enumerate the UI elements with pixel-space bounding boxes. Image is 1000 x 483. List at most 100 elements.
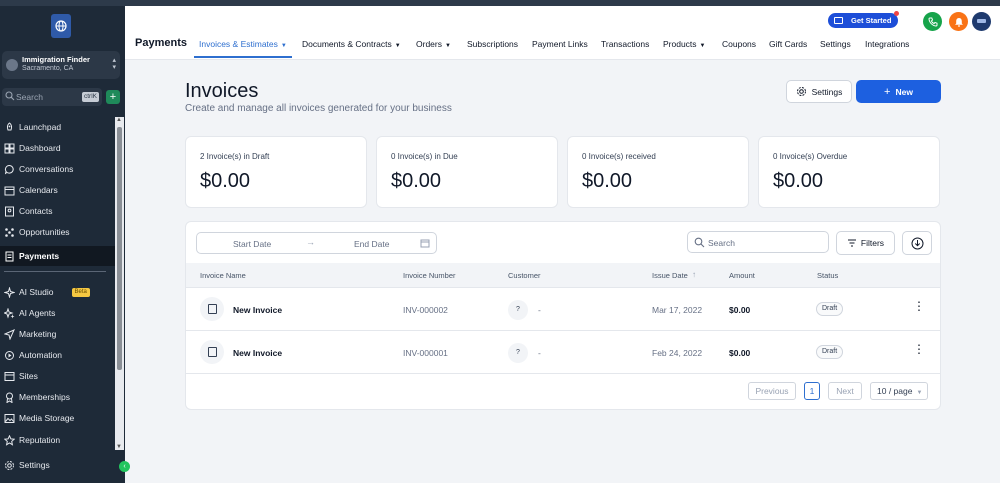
- search-placeholder: Search: [708, 238, 735, 248]
- invoice-name[interactable]: New Invoice: [233, 348, 282, 358]
- tab-orders[interactable]: Orders ▼: [416, 39, 451, 49]
- invoice-name[interactable]: New Invoice: [233, 305, 282, 315]
- kebab-menu-icon[interactable]: ⋮: [913, 300, 925, 312]
- stat-label: 0 Invoice(s) received: [582, 152, 656, 161]
- sort-arrow-icon[interactable]: ↑: [692, 270, 696, 279]
- company-logo[interactable]: [51, 14, 71, 38]
- page-subtitle: Create and manage all invoices generated…: [185, 103, 452, 114]
- previous-page-button[interactable]: Previous: [748, 382, 796, 400]
- sidebar-item-settings[interactable]: Settings: [0, 455, 115, 475]
- invoice-number: INV-000002: [403, 305, 448, 315]
- sidebar-scrollbar[interactable]: ▲ ▼: [115, 117, 124, 450]
- invoice-settings-button[interactable]: Settings: [786, 80, 852, 103]
- ai-studio-icon: [4, 286, 15, 298]
- filters-button[interactable]: Filters: [836, 231, 895, 255]
- start-date[interactable]: Start Date: [233, 239, 271, 249]
- calendar-icon: [4, 186, 15, 195]
- user-avatar[interactable]: [972, 12, 991, 31]
- download-button[interactable]: [902, 231, 932, 255]
- column-header[interactable]: Customer: [508, 271, 541, 280]
- tab-gift-cards[interactable]: Gift Cards: [769, 39, 807, 49]
- quick-add-button[interactable]: +: [106, 90, 120, 104]
- get-started-button[interactable]: Get Started: [828, 13, 898, 28]
- sidebar-item-label: Media Storage: [19, 413, 75, 423]
- sidebar-item-dashboard[interactable]: Dashboard: [0, 138, 115, 158]
- kebab-menu-icon[interactable]: ⋮: [913, 343, 925, 355]
- next-page-button[interactable]: Next: [828, 382, 862, 400]
- sidebar-item-ai-agents[interactable]: AI Agents: [0, 303, 115, 323]
- date-range-picker[interactable]: Start Date → End Date: [196, 232, 437, 254]
- tab-label: Invoices & Estimates: [199, 39, 278, 49]
- sidebar-item-memberships[interactable]: Memberships: [0, 387, 115, 407]
- filters-label: Filters: [860, 238, 885, 248]
- sidebar-item-automation[interactable]: Automation: [0, 345, 115, 365]
- download-icon: [911, 237, 923, 249]
- chevron-down-icon: ▼: [699, 43, 706, 49]
- current-page[interactable]: 1: [804, 382, 820, 400]
- tab-transactions[interactable]: Transactions: [601, 39, 649, 49]
- customer-name: -: [538, 348, 541, 358]
- sidebar-item-media-storage[interactable]: Media Storage: [0, 408, 115, 428]
- scroll-down-icon[interactable]: ▼: [116, 444, 122, 450]
- sidebar-item-label: Conversations: [19, 164, 74, 174]
- table-row[interactable]: New Invoice INV-000001 ? - Feb 24, 2022 …: [186, 331, 940, 374]
- sidebar-item-label: Memberships: [19, 392, 71, 402]
- column-header[interactable]: Issue Date: [652, 271, 688, 280]
- globe-icon: [55, 20, 67, 32]
- sidebar-item-marketing[interactable]: Marketing: [0, 324, 115, 344]
- column-header[interactable]: Amount: [729, 271, 755, 280]
- sidebar-item-label: Opportunities: [19, 227, 70, 237]
- tab-subscriptions[interactable]: Subscriptions: [467, 39, 518, 49]
- sidebar-item-sites[interactable]: Sites: [0, 366, 115, 386]
- invoice-search-input[interactable]: Search: [687, 231, 829, 253]
- bell-icon: [954, 17, 963, 27]
- notifications-button[interactable]: [949, 12, 968, 31]
- sidebar-item-launchpad[interactable]: Launchpad: [0, 117, 115, 137]
- sidebar-item-payments[interactable]: Payments: [0, 246, 115, 266]
- sidebar-item-label: Contacts: [19, 206, 53, 216]
- column-header[interactable]: Status: [817, 271, 838, 280]
- tab-payment-links[interactable]: Payment Links: [532, 39, 588, 49]
- section-title: Payments: [135, 37, 187, 49]
- scroll-up-icon[interactable]: ▲: [116, 117, 122, 123]
- sidebar-item-label: Dashboard: [19, 143, 61, 153]
- beta-badge: Beta: [71, 287, 90, 297]
- sidebar-item-ai-studio[interactable]: AI Studio Beta: [0, 282, 115, 302]
- rocket-icon: [7, 121, 12, 130]
- sidebar-item-label: AI Agents: [19, 308, 56, 318]
- sidebar-item-conversations[interactable]: Conversations: [0, 159, 115, 179]
- status-badge: Draft: [816, 345, 844, 359]
- tab-integrations[interactable]: Integrations: [865, 39, 909, 49]
- tab-documents-contracts[interactable]: Documents & Contracts ▼: [302, 39, 401, 49]
- sidebar-divider: [4, 271, 106, 272]
- table-row[interactable]: New Invoice INV-000002 ? - Mar 17, 2022 …: [186, 288, 940, 331]
- stat-card-draft: 2 Invoice(s) in Draft $0.00: [185, 136, 367, 208]
- collapse-sidebar-button[interactable]: ‹: [119, 461, 130, 472]
- sidebar-item-opportunities[interactable]: Opportunities: [0, 222, 115, 242]
- sidebar-item-label: Payments: [19, 251, 60, 261]
- end-date[interactable]: End Date: [354, 239, 389, 249]
- document-icon: [200, 297, 224, 321]
- sidebar-item-contacts[interactable]: Contacts: [0, 201, 115, 221]
- scrollbar-thumb[interactable]: [117, 127, 122, 370]
- page-size-select[interactable]: 10 / page ▼: [870, 382, 928, 400]
- tab-label: Settings: [820, 39, 851, 49]
- new-invoice-button[interactable]: + New: [856, 80, 941, 103]
- sidebar-item-reputation[interactable]: Reputation: [0, 430, 115, 450]
- column-header[interactable]: Invoice Number: [403, 271, 456, 280]
- stat-card-received: 0 Invoice(s) received $0.00: [567, 136, 749, 208]
- tab-label: Orders: [416, 39, 442, 49]
- tab-invoices-estimates[interactable]: Invoices & Estimates ▼: [199, 39, 287, 49]
- chevron-up-down-icon: ▴ ▾: [112, 57, 116, 71]
- sidebar-item-label: Marketing: [19, 329, 57, 339]
- column-header[interactable]: Invoice Name: [200, 271, 246, 280]
- tab-coupons[interactable]: Coupons: [722, 39, 756, 49]
- sidebar-search[interactable]: Search ctrlK: [2, 88, 102, 106]
- chevron-down-icon: ▼: [916, 390, 923, 396]
- phone-button[interactable]: [923, 12, 942, 31]
- account-switcher[interactable]: Immigration Finder Sacramento, CA ▴ ▾: [2, 51, 120, 79]
- tab-products[interactable]: Products ▼: [663, 39, 706, 49]
- tab-settings[interactable]: Settings: [820, 39, 851, 49]
- card-icon: [834, 17, 843, 24]
- sidebar-item-calendars[interactable]: Calendars: [0, 180, 115, 200]
